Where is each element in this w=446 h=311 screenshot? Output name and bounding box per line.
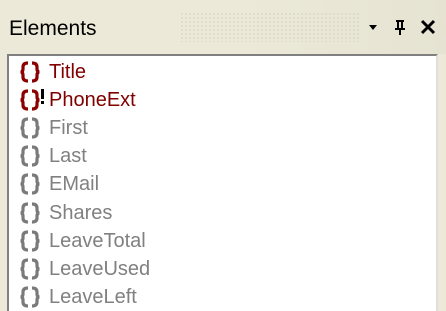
panel-title: Elements [9,17,97,40]
titlebar-grip [180,12,360,42]
pin-icon [395,20,405,35]
list-item[interactable]: EMail [19,170,99,198]
list-item-label: First [49,117,88,140]
element-icon [20,89,44,111]
list-item[interactable]: Title [19,58,86,86]
list-item-label: Title [49,61,87,83]
panel-close-button[interactable] [414,14,442,40]
element-icon [20,117,40,139]
list-item[interactable]: First [19,114,88,142]
list-item-label: PhoneExt [49,89,136,112]
elements-list[interactable]: Title PhoneExt First Last EMail Shares LeaveTo… [7,54,438,311]
close-icon [420,19,436,35]
element-icon [20,61,40,83]
list-item[interactable]: LeaveLeft [19,283,137,311]
list-item-label: LeaveUsed [49,257,151,280]
element-icon [20,173,40,195]
element-icon [20,201,40,224]
elements-panel: Elements Title PhoneExt First Last EMail Shar… [0,0,446,311]
list-item-label: Shares [49,201,113,224]
panel-titlebar[interactable]: Elements [0,0,446,54]
list-item[interactable]: Shares [19,199,112,227]
dropdown-arrow-icon [369,25,377,30]
list-item[interactable]: PhoneExt [19,86,136,114]
list-item[interactable]: LeaveTotal [19,227,146,255]
list-item-label: LeaveTotal [49,229,146,252]
element-icon [20,258,40,280]
panel-pin-button[interactable] [389,14,411,40]
list-item-label: Last [49,145,87,168]
list-item-label: EMail [49,173,100,196]
list-item-label: LeaveLeft [49,285,137,308]
element-icon [20,286,40,308]
list-item[interactable]: LeaveUsed [19,255,150,283]
element-icon [20,229,40,252]
list-item[interactable]: Last [19,142,87,170]
panel-menu-button[interactable] [362,14,384,40]
element-icon [20,145,40,167]
